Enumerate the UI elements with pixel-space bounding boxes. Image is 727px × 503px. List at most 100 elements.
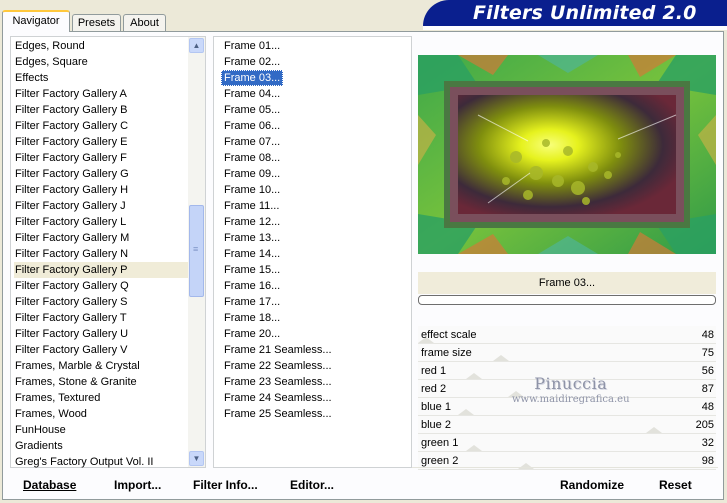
filter-item[interactable]: Frame 08... xyxy=(221,150,283,166)
category-item[interactable]: Edges, Round xyxy=(14,38,192,54)
category-item[interactable]: Frames, Textured xyxy=(14,390,192,406)
param-value: 48 xyxy=(701,329,714,341)
param-row[interactable]: frame size 75 xyxy=(418,344,716,362)
param-slider-marker[interactable] xyxy=(466,373,482,379)
param-row[interactable]: red 1 56 xyxy=(418,362,716,380)
category-scrollbar[interactable]: ▲ ▼ xyxy=(188,37,205,467)
import-button[interactable]: Import... xyxy=(114,478,161,492)
filter-item[interactable]: Frame 16... xyxy=(221,278,283,294)
category-item[interactable]: Filter Factory Gallery V xyxy=(14,342,192,358)
category-item[interactable]: Edges, Square xyxy=(14,54,192,70)
filter-item[interactable]: Frame 17... xyxy=(221,294,283,310)
tab-navigator[interactable]: Navigator xyxy=(2,10,70,32)
category-list[interactable]: Edges, Round Edges, Square Effects Filter F… xyxy=(10,36,206,468)
category-item[interactable]: Filter Factory Gallery B xyxy=(14,102,192,118)
category-item[interactable]: Filter Factory Gallery F xyxy=(14,150,192,166)
category-items: Edges, Round Edges, Square Effects Filter F… xyxy=(14,38,192,470)
param-slider-marker[interactable] xyxy=(458,409,474,415)
category-item[interactable]: Filter Factory Gallery C xyxy=(14,118,192,134)
filter-item[interactable]: Frame 10... xyxy=(221,182,283,198)
filter-item[interactable]: Frame 13... xyxy=(221,230,283,246)
category-item[interactable]: Frames, Stone & Granite xyxy=(14,374,192,390)
category-item[interactable]: Filter Factory Gallery T xyxy=(14,310,192,326)
category-item[interactable]: Effects xyxy=(14,70,192,86)
filter-list[interactable]: Frame 01... Frame 02... Frame 03... Frame 0… xyxy=(213,36,412,468)
param-row[interactable]: blue 1 48 xyxy=(418,398,716,416)
category-item[interactable]: Frames, Marble & Crystal xyxy=(14,358,192,374)
category-item[interactable]: Filter Factory Gallery M xyxy=(14,230,192,246)
database-button[interactable]: Database xyxy=(23,478,76,492)
bottom-toolbar: Database Import... Filter Info... Editor… xyxy=(8,470,722,500)
filter-info-button[interactable]: Filter Info... xyxy=(193,478,258,492)
category-item[interactable]: FunHouse xyxy=(14,422,192,438)
filter-item[interactable]: Frame 20... xyxy=(221,326,283,342)
chevron-up-icon: ▲ xyxy=(192,41,201,50)
param-slider-marker[interactable] xyxy=(466,445,482,451)
filter-item[interactable]: Frame 21 Seamless... xyxy=(221,342,335,358)
filter-item[interactable]: Frame 14... xyxy=(221,246,283,262)
preview-art xyxy=(418,55,716,254)
scroll-down-button[interactable]: ▼ xyxy=(189,451,204,466)
param-row[interactable]: red 2 87 xyxy=(418,380,716,398)
category-item[interactable]: Filter Factory Gallery P xyxy=(14,262,192,278)
preview-image xyxy=(418,55,716,254)
editor-button[interactable]: Editor... xyxy=(290,478,334,492)
category-item[interactable]: Filter Factory Gallery U xyxy=(14,326,192,342)
filter-item[interactable]: Frame 24 Seamless... xyxy=(221,390,335,406)
filter-item[interactable]: Frame 12... xyxy=(221,214,283,230)
filter-info-label: Filter Info... xyxy=(193,478,258,492)
filter-item[interactable]: Frame 07... xyxy=(221,134,283,150)
editor-label: Editor... xyxy=(290,478,335,492)
scroll-thumb[interactable] xyxy=(189,205,204,297)
title-banner: Filters Unlimited 2.0 xyxy=(423,0,727,30)
filter-item[interactable]: Frame 23 Seamless... xyxy=(221,374,335,390)
param-value: 48 xyxy=(701,401,714,413)
param-name: green 1 xyxy=(421,437,459,449)
category-item[interactable]: Filter Factory Gallery Q xyxy=(14,278,192,294)
category-item[interactable]: Filter Factory Gallery H xyxy=(14,182,192,198)
randomize-label: Randomize xyxy=(560,478,625,492)
filter-item[interactable]: Frame 09... xyxy=(221,166,283,182)
filter-item[interactable]: Frame 15... xyxy=(221,262,283,278)
category-item[interactable]: Filter Factory Gallery L xyxy=(14,214,192,230)
category-item[interactable]: Gradients xyxy=(14,438,192,454)
filter-item[interactable]: Frame 22 Seamless... xyxy=(221,358,335,374)
param-slider-marker[interactable] xyxy=(493,355,509,361)
filter-item[interactable]: Frame 18... xyxy=(221,310,283,326)
filter-item[interactable]: Frame 05... xyxy=(221,102,283,118)
filter-item[interactable]: Frame 01... xyxy=(221,38,283,54)
scroll-up-button[interactable]: ▲ xyxy=(189,38,204,53)
database-label: Database xyxy=(23,478,77,492)
param-name: effect scale xyxy=(421,329,477,341)
category-item[interactable]: Filter Factory Gallery S xyxy=(14,294,192,310)
filter-item[interactable]: Frame 02... xyxy=(221,54,283,70)
filter-item[interactable]: Frame 03... xyxy=(221,70,284,86)
filter-items: Frame 01... Frame 02... Frame 03... Frame 0… xyxy=(221,38,335,422)
category-item[interactable]: Filter Factory Gallery N xyxy=(14,246,192,262)
randomize-button[interactable]: Randomize xyxy=(560,478,624,492)
category-item[interactable]: Filter Factory Gallery A xyxy=(14,86,192,102)
param-slider-marker[interactable] xyxy=(518,463,534,469)
category-item[interactable]: Filter Factory Gallery E xyxy=(14,134,192,150)
reset-button[interactable]: Reset xyxy=(659,478,692,492)
param-row[interactable]: effect scale 48 xyxy=(418,326,716,344)
filter-item[interactable]: Frame 25 Seamless... xyxy=(221,406,335,422)
param-row[interactable]: green 1 32 xyxy=(418,434,716,452)
category-item[interactable]: Filter Factory Gallery G xyxy=(14,166,192,182)
param-row[interactable]: blue 2 205 xyxy=(418,416,716,434)
filter-item[interactable]: Frame 11... xyxy=(221,198,282,214)
category-item[interactable]: Filter Factory Gallery J xyxy=(14,198,192,214)
tab-about[interactable]: About xyxy=(123,14,166,32)
tab-presets[interactable]: Presets xyxy=(72,14,121,32)
app-title: Filters Unlimited 2.0 xyxy=(473,2,697,24)
category-item[interactable]: Greg's Factory Output Vol. II xyxy=(14,454,192,470)
filter-item[interactable]: Frame 06... xyxy=(221,118,283,134)
progress-bar xyxy=(418,295,716,305)
import-label: Import... xyxy=(114,478,162,492)
parameter-list: effect scale 48 frame size 75 red 1 56 red 2 87… xyxy=(418,326,716,470)
filter-item[interactable]: Frame 04... xyxy=(221,86,283,102)
param-slider-marker[interactable] xyxy=(646,427,662,433)
category-item[interactable]: Frames, Wood xyxy=(14,406,192,422)
param-slider-marker[interactable] xyxy=(508,391,524,397)
param-value: 56 xyxy=(701,365,714,377)
